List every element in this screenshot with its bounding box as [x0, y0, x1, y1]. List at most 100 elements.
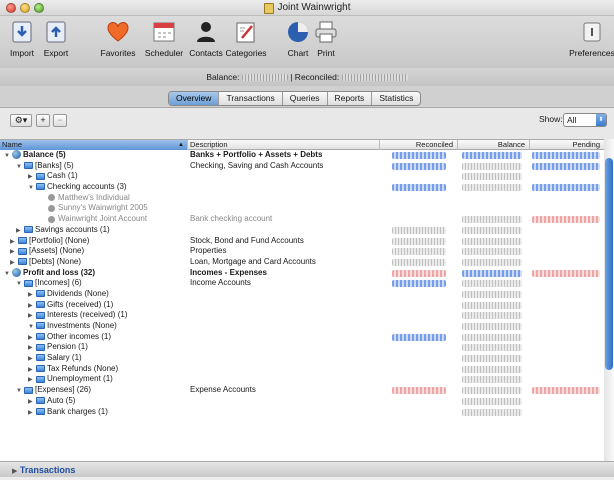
reconciled-value: [392, 184, 446, 192]
row-name-label: [Expenses] (26): [35, 385, 92, 395]
minimize-button[interactable]: [20, 3, 30, 13]
collapsed-triangle-icon[interactable]: ▶: [28, 408, 36, 419]
table-row[interactable]: ▼ Profit and loss (32) Incomes - Expenses: [0, 268, 604, 279]
table-row[interactable]: ▶ Bank charges (1): [0, 407, 604, 418]
balance-value: [462, 173, 522, 181]
table-row[interactable]: ▶ Auto (5): [0, 396, 604, 407]
reconciled-value: [392, 387, 446, 395]
row-name-label: Pension (1): [47, 342, 88, 352]
tab-transactions[interactable]: Transactions: [219, 92, 283, 105]
scheduler-icon: [152, 20, 176, 44]
row-description: Income Accounts: [190, 278, 251, 288]
tab-reports[interactable]: Reports: [328, 92, 373, 105]
balance-value: [462, 376, 522, 384]
table-row[interactable]: Matthew's Individual: [0, 193, 604, 204]
close-button[interactable]: [6, 3, 16, 13]
column-header-pending[interactable]: Pending: [530, 140, 604, 150]
table-row[interactable]: ▶ Savings accounts (1): [0, 225, 604, 236]
table-row[interactable]: ▼ [Banks] (5) Checking, Saving and Cash Ac…: [0, 161, 604, 172]
scheduler-button[interactable]: Scheduler: [144, 20, 184, 58]
table-row[interactable]: ▶ [Assets] (None) Properties: [0, 246, 604, 257]
table-body: ▼ Balance (5) Banks + Portfolio + Assets +…: [0, 150, 604, 417]
table-row[interactable]: ▶ Tax Refunds (None): [0, 364, 604, 375]
window-title: Joint Wainwright: [277, 2, 351, 13]
control-bar: ⚙▾ + − Show: All ⬍: [0, 108, 614, 132]
row-description: Banks + Portfolio + Assets + Debts: [190, 150, 323, 159]
reconciled-value: [392, 269, 446, 277]
show-filter-value: All: [567, 115, 577, 125]
folder-icon: [36, 354, 45, 362]
folder-icon: [36, 290, 45, 298]
tab-statistics[interactable]: Statistics: [372, 92, 420, 105]
table-row[interactable]: ▶ Other incomes (1): [0, 332, 604, 343]
categories-button[interactable]: Categories: [225, 20, 267, 58]
folder-icon: [36, 311, 45, 319]
balance-value: [462, 269, 522, 277]
row-name-label: [Banks] (5): [35, 160, 74, 170]
folder-icon: [36, 343, 45, 351]
table-row[interactable]: ▼ Investments (None): [0, 321, 604, 332]
balance-label: Balance:: [206, 72, 240, 82]
column-header-name[interactable]: Name ▲: [0, 140, 188, 150]
table-row[interactable]: ▶ Pension (1): [0, 342, 604, 353]
table-row[interactable]: Sunny's Wainwright 2005: [0, 203, 604, 214]
show-filter-select[interactable]: All ⬍: [563, 113, 607, 127]
table-row[interactable]: ▶ Salary (1): [0, 353, 604, 364]
row-name-cell: ▶ Bank charges (1): [0, 407, 188, 419]
document-icon: [263, 2, 274, 14]
balance-value: [462, 323, 522, 330]
table-row[interactable]: ▶ [Portfolio] (None) Stock, Bond and Fund …: [0, 236, 604, 247]
account-icon: [48, 194, 55, 202]
plus-icon: +: [40, 115, 46, 125]
folder-icon: [36, 301, 45, 309]
contacts-button[interactable]: Contacts: [186, 20, 226, 58]
table-row[interactable]: ▶ Dividends (None): [0, 289, 604, 300]
reconciled-value: [392, 258, 446, 266]
table-row[interactable]: ▶ Cash (1): [0, 171, 604, 182]
zoom-button[interactable]: [34, 3, 44, 13]
preferences-label: Preferences: [569, 48, 614, 58]
add-account-button[interactable]: +: [36, 114, 50, 127]
table-row[interactable]: ▼ Checking accounts (3): [0, 182, 604, 193]
row-name-label: Bank charges (1): [47, 406, 108, 416]
table-row[interactable]: ▶ Unemployment (1): [0, 374, 604, 385]
export-button[interactable]: Export: [36, 20, 76, 58]
balance-value: [462, 152, 522, 159]
row-name-label: Investments (None): [47, 321, 117, 330]
table-row[interactable]: ▼ [Expenses] (26) Expense Accounts: [0, 385, 604, 396]
reconciled-value: [392, 333, 446, 341]
table-row[interactable]: ▼ [Incomes] (6) Income Accounts: [0, 278, 604, 289]
print-button[interactable]: Print: [306, 20, 346, 58]
column-header-balance[interactable]: Balance: [458, 140, 530, 150]
balance-value: [462, 397, 522, 405]
app-window: Joint Wainwright Import Export Favorites…: [0, 0, 614, 477]
export-label: Export: [43, 48, 69, 58]
remove-account-button[interactable]: −: [53, 114, 67, 127]
favorites-button[interactable]: Favorites: [98, 20, 138, 58]
scrollbar-thumb[interactable]: [605, 158, 613, 370]
column-header-reconciled[interactable]: Reconciled: [380, 140, 458, 150]
table-row[interactable]: ▶ Interests (received) (1): [0, 310, 604, 321]
folder-icon: [36, 333, 45, 341]
table-row[interactable]: Wainwright Joint Account Bank checking ac…: [0, 214, 604, 225]
table-row[interactable]: ▼ Balance (5) Banks + Portfolio + Assets +…: [0, 150, 604, 161]
balance-value: [462, 280, 522, 288]
transactions-disclosure[interactable]: ▶ Transactions: [0, 461, 614, 477]
row-name-label: [Assets] (None): [29, 246, 85, 256]
accounts-table: Name ▲ Description Reconciled Balance Pe…: [0, 139, 604, 461]
table-row[interactable]: ▶ Gifts (received) (1): [0, 300, 604, 311]
tab-queries[interactable]: Queries: [283, 92, 328, 105]
reconciled-value: [341, 74, 408, 82]
folder-icon: [36, 322, 45, 330]
transactions-footer-label: Transactions: [19, 465, 76, 475]
action-menu-button[interactable]: ⚙▾: [10, 114, 32, 127]
column-header-description[interactable]: Description: [188, 140, 380, 150]
title-bar: Joint Wainwright: [0, 0, 614, 16]
reconciled-value: [392, 248, 446, 256]
row-name-label: Dividends (None): [47, 288, 109, 298]
preferences-button[interactable]: Preferences: [569, 20, 614, 58]
balance-value: [462, 312, 522, 320]
row-name-label: [Portfolio] (None): [29, 235, 90, 245]
tab-overview[interactable]: Overview: [169, 92, 220, 105]
table-row[interactable]: ▶ [Debts] (None) Loan, Mortgage and Card A…: [0, 257, 604, 268]
